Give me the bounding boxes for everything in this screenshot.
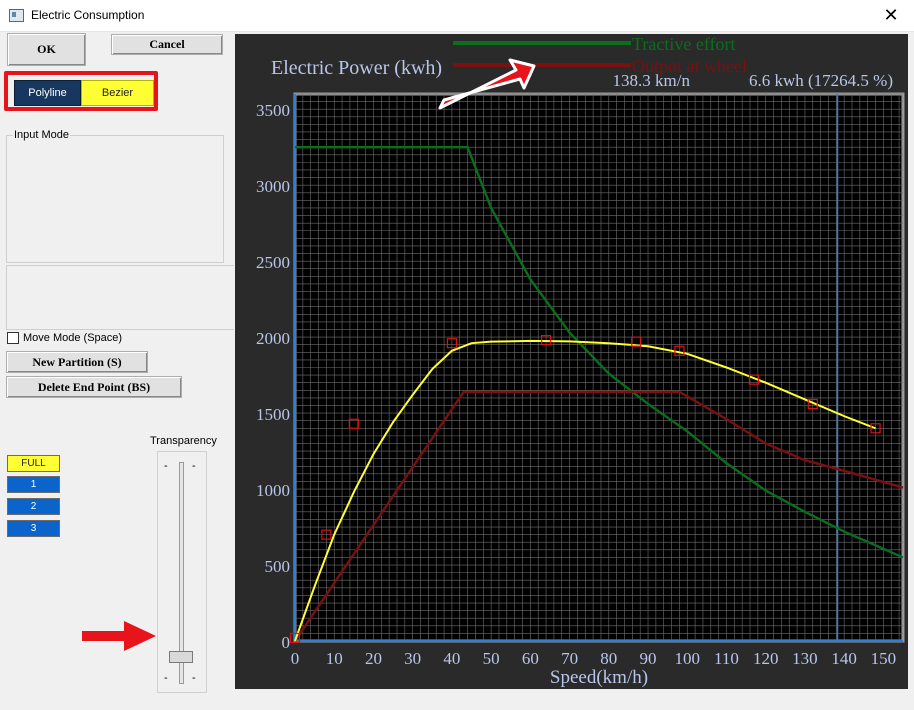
x-tick-label: 60 — [522, 649, 539, 668]
ok-button[interactable]: OK — [7, 33, 86, 66]
delete-end-point-button[interactable]: Delete End Point (BS) — [6, 376, 182, 398]
slider-tick-bottom-right: - — [192, 672, 196, 684]
legend-label-output: Output at wheel — [632, 56, 747, 76]
y-tick-label: 3500 — [256, 101, 290, 120]
legend-label-tractive: Tractive effort — [632, 34, 735, 54]
input-mode-group — [6, 135, 224, 263]
slider-tick-top-left: - — [164, 460, 168, 472]
x-tick-label: 120 — [753, 649, 779, 668]
y-tick-label: 500 — [265, 557, 291, 576]
header-arrow-annotation — [438, 58, 536, 110]
y-tick-label: 2500 — [256, 253, 290, 272]
chart-svg: 0 10 20 30 40 50 60 70 80 90 100 110 120 130 140 150050… — [256, 34, 905, 688]
close-button[interactable]: ✕ — [868, 0, 914, 31]
x-tick-label: 150 — [871, 649, 897, 668]
x-axis-label: Speed(km/h) — [550, 667, 648, 688]
x-tick-label: 140 — [831, 649, 857, 668]
cancel-button[interactable]: Cancel — [111, 34, 223, 55]
y-tick-label: 3000 — [256, 177, 290, 196]
new-partition-button[interactable]: New Partition (S) — [6, 351, 148, 373]
app-icon — [9, 9, 24, 22]
x-tick-label: 130 — [792, 649, 818, 668]
chart-title: Electric Power (kwh) — [271, 57, 442, 79]
title-bar: Electric Consumption ✕ — [0, 0, 914, 32]
slider-thumb[interactable] — [169, 651, 193, 664]
energy-readout: 6.6 kwh (17264.5 %) — [749, 71, 893, 90]
y-tick-label: 1500 — [256, 405, 290, 424]
x-tick-label: 0 — [291, 649, 300, 668]
x-tick-label: 110 — [714, 649, 739, 668]
level-1-button[interactable]: 1 — [7, 476, 60, 493]
y-tick-label: 2000 — [256, 329, 290, 348]
x-tick-label: 70 — [561, 649, 578, 668]
x-tick-label: 80 — [600, 649, 617, 668]
chart-panel[interactable]: 0 10 20 30 40 50 60 70 80 90 100 110 120 130 140 150 0 50… — [235, 34, 908, 689]
x-tick-label: 40 — [443, 649, 460, 668]
x-tick-label: 90 — [640, 649, 657, 668]
slider-tick-top-right: - — [192, 460, 196, 472]
x-tick-label: 20 — [365, 649, 382, 668]
bezier-button[interactable]: Bezier — [81, 80, 154, 106]
transparency-slider[interactable]: - - - - — [157, 451, 207, 693]
input-mode-panel — [6, 265, 234, 330]
move-mode-label: Move Mode (Space) — [23, 332, 123, 344]
x-tick-label: 30 — [404, 649, 421, 668]
level-2-button[interactable]: 2 — [7, 498, 60, 515]
move-mode-checkbox[interactable] — [7, 332, 19, 344]
input-mode-label: Input Mode — [13, 129, 71, 141]
slider-arrow-annotation — [82, 621, 156, 651]
x-tick-label: 100 — [675, 649, 701, 668]
slider-tick-bottom-left: - — [164, 672, 168, 684]
transparency-label: Transparency — [150, 435, 217, 447]
x-tick-label: 50 — [483, 649, 500, 668]
y-tick-label: 0 — [282, 633, 291, 652]
level-full-button[interactable]: FULL — [7, 455, 60, 472]
level-3-button[interactable]: 3 — [7, 520, 60, 537]
y-tick-label: 1000 — [256, 481, 290, 500]
polyline-button[interactable]: Polyline — [14, 80, 81, 106]
x-tick-label: 10 — [326, 649, 343, 668]
window-title: Electric Consumption — [31, 8, 145, 22]
